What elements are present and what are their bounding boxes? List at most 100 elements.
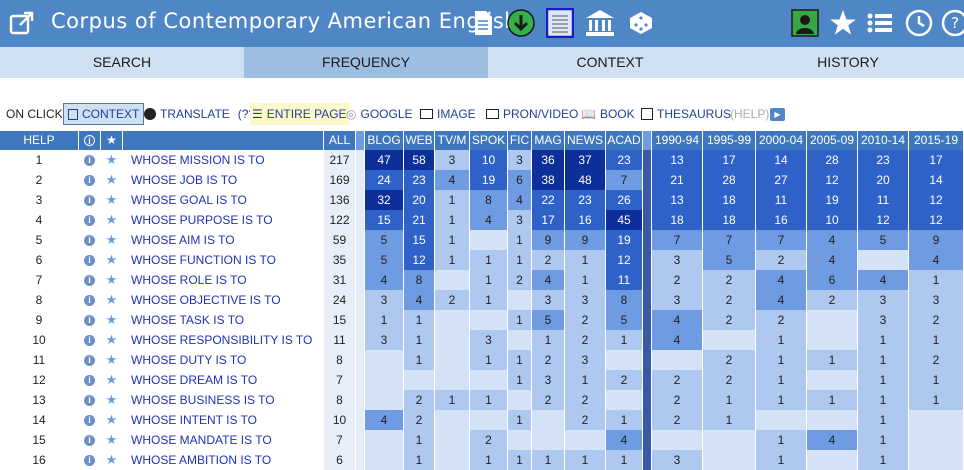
all-count[interactable]: 24 <box>324 290 356 310</box>
period-count[interactable]: 14 <box>756 150 807 170</box>
period-count[interactable]: 1 <box>858 430 909 450</box>
period-count[interactable]: 1 <box>858 370 909 390</box>
genre-count[interactable]: 3 <box>532 370 565 390</box>
star-icon[interactable]: ★ <box>106 192 118 207</box>
genre-count[interactable] <box>435 410 470 430</box>
star-cell[interactable]: ★ <box>101 210 123 230</box>
info-cell[interactable]: i <box>79 290 101 310</box>
period-count[interactable]: 11 <box>756 190 807 210</box>
genre-header[interactable]: NEWS <box>565 131 606 150</box>
word-cell[interactable]: WHOSE AMBITION IS TO <box>123 450 324 470</box>
word-cell[interactable]: WHOSE JOB IS TO <box>123 170 324 190</box>
period-count[interactable]: 16 <box>756 210 807 230</box>
period-count[interactable]: 4 <box>807 230 858 250</box>
info-cell[interactable]: i <box>79 370 101 390</box>
genre-count[interactable]: 1 <box>435 190 470 210</box>
word-cell[interactable]: WHOSE MANDATE IS TO <box>123 430 324 450</box>
tab-search[interactable]: SEARCH <box>0 47 244 78</box>
genre-count[interactable]: 3 <box>532 290 565 310</box>
genre-count[interactable]: 47 <box>365 150 404 170</box>
genre-count[interactable]: 26 <box>606 190 643 210</box>
star-cell[interactable]: ★ <box>101 170 123 190</box>
genre-count[interactable]: 2 <box>470 430 508 450</box>
genre-count[interactable]: 8 <box>470 190 508 210</box>
play-icon[interactable]: ▶ <box>770 103 785 125</box>
period-header[interactable]: 2000-04 <box>756 131 807 150</box>
option-translate[interactable]: TRANSLATE (??) <box>144 103 259 125</box>
genre-count[interactable]: 45 <box>606 210 643 230</box>
period-count[interactable]: 12 <box>909 210 964 230</box>
genre-count[interactable]: 23 <box>404 170 435 190</box>
period-count[interactable] <box>807 330 858 350</box>
genre-count[interactable]: 17 <box>532 210 565 230</box>
info-cell[interactable]: i <box>79 310 101 330</box>
museum-icon[interactable] <box>584 7 616 39</box>
genre-count[interactable] <box>435 430 470 450</box>
period-count[interactable]: 19 <box>807 190 858 210</box>
genre-count[interactable]: 1 <box>404 330 435 350</box>
period-count[interactable] <box>703 450 756 470</box>
info-cell[interactable]: i <box>79 450 101 470</box>
genre-count[interactable]: 1 <box>404 430 435 450</box>
info-cell[interactable]: i <box>79 250 101 270</box>
star-icon[interactable]: ★ <box>106 272 118 287</box>
genre-count[interactable]: 1 <box>470 290 508 310</box>
all-count[interactable]: 31 <box>324 270 356 290</box>
period-count[interactable]: 2 <box>652 370 703 390</box>
period-count[interactable]: 9 <box>909 230 964 250</box>
genre-header[interactable]: ACAD <box>606 131 643 150</box>
genre-header[interactable]: TV/M <box>435 131 470 150</box>
period-count[interactable]: 3 <box>652 450 703 470</box>
star-icon[interactable]: ★ <box>106 372 118 387</box>
word-cell[interactable]: WHOSE MISSION IS TO <box>123 150 324 170</box>
period-header[interactable]: 1995-99 <box>703 131 756 150</box>
star-icon[interactable]: ★ <box>106 152 118 167</box>
period-count[interactable]: 10 <box>807 210 858 230</box>
all-count[interactable]: 6 <box>324 450 356 470</box>
period-count[interactable]: 7 <box>703 230 756 250</box>
option-book[interactable]: 📖 BOOK <box>581 103 635 125</box>
period-count[interactable]: 6 <box>807 270 858 290</box>
period-count[interactable]: 20 <box>858 170 909 190</box>
star-cell[interactable]: ★ <box>101 230 123 250</box>
period-count[interactable]: 4 <box>652 310 703 330</box>
period-header[interactable]: 2005-09 <box>807 131 858 150</box>
period-count[interactable] <box>652 350 703 370</box>
word-cell[interactable]: WHOSE PURPOSE IS TO <box>123 210 324 230</box>
genre-count[interactable]: 4 <box>508 190 532 210</box>
genre-count[interactable] <box>508 430 532 450</box>
genre-count[interactable]: 1 <box>435 250 470 270</box>
star-cell[interactable]: ★ <box>101 410 123 430</box>
star-cell[interactable]: ★ <box>101 150 123 170</box>
period-count[interactable]: 1 <box>858 330 909 350</box>
genre-count[interactable]: 1 <box>606 330 643 350</box>
info-cell[interactable]: i <box>79 230 101 250</box>
period-count[interactable] <box>858 250 909 270</box>
star-icon[interactable]: ★ <box>106 172 118 187</box>
period-count[interactable] <box>703 430 756 450</box>
star-icon[interactable]: ★ <box>106 232 118 247</box>
period-count[interactable]: 2 <box>807 290 858 310</box>
genre-header[interactable]: WEB <box>404 131 435 150</box>
help-icon[interactable]: ? <box>940 7 964 39</box>
period-count[interactable]: 4 <box>858 270 909 290</box>
genre-count[interactable] <box>435 350 470 370</box>
all-count[interactable]: 8 <box>324 390 356 410</box>
genre-count[interactable]: 10 <box>470 150 508 170</box>
genre-count[interactable]: 2 <box>508 270 532 290</box>
star-cell[interactable]: ★ <box>101 290 123 310</box>
genre-count[interactable]: 32 <box>365 190 404 210</box>
info-cell[interactable]: i <box>79 150 101 170</box>
genre-count[interactable]: 4 <box>606 430 643 450</box>
period-count[interactable]: 2 <box>703 290 756 310</box>
genre-count[interactable]: 9 <box>565 230 606 250</box>
all-count[interactable]: 217 <box>324 150 356 170</box>
period-count[interactable]: 1 <box>858 450 909 470</box>
genre-count[interactable]: 19 <box>470 170 508 190</box>
genre-count[interactable]: 23 <box>565 190 606 210</box>
period-count[interactable]: 23 <box>858 150 909 170</box>
star-cell[interactable]: ★ <box>101 430 123 450</box>
genre-count[interactable]: 38 <box>532 170 565 190</box>
period-count[interactable]: 1 <box>909 330 964 350</box>
tab-context[interactable]: CONTEXT <box>488 47 732 78</box>
